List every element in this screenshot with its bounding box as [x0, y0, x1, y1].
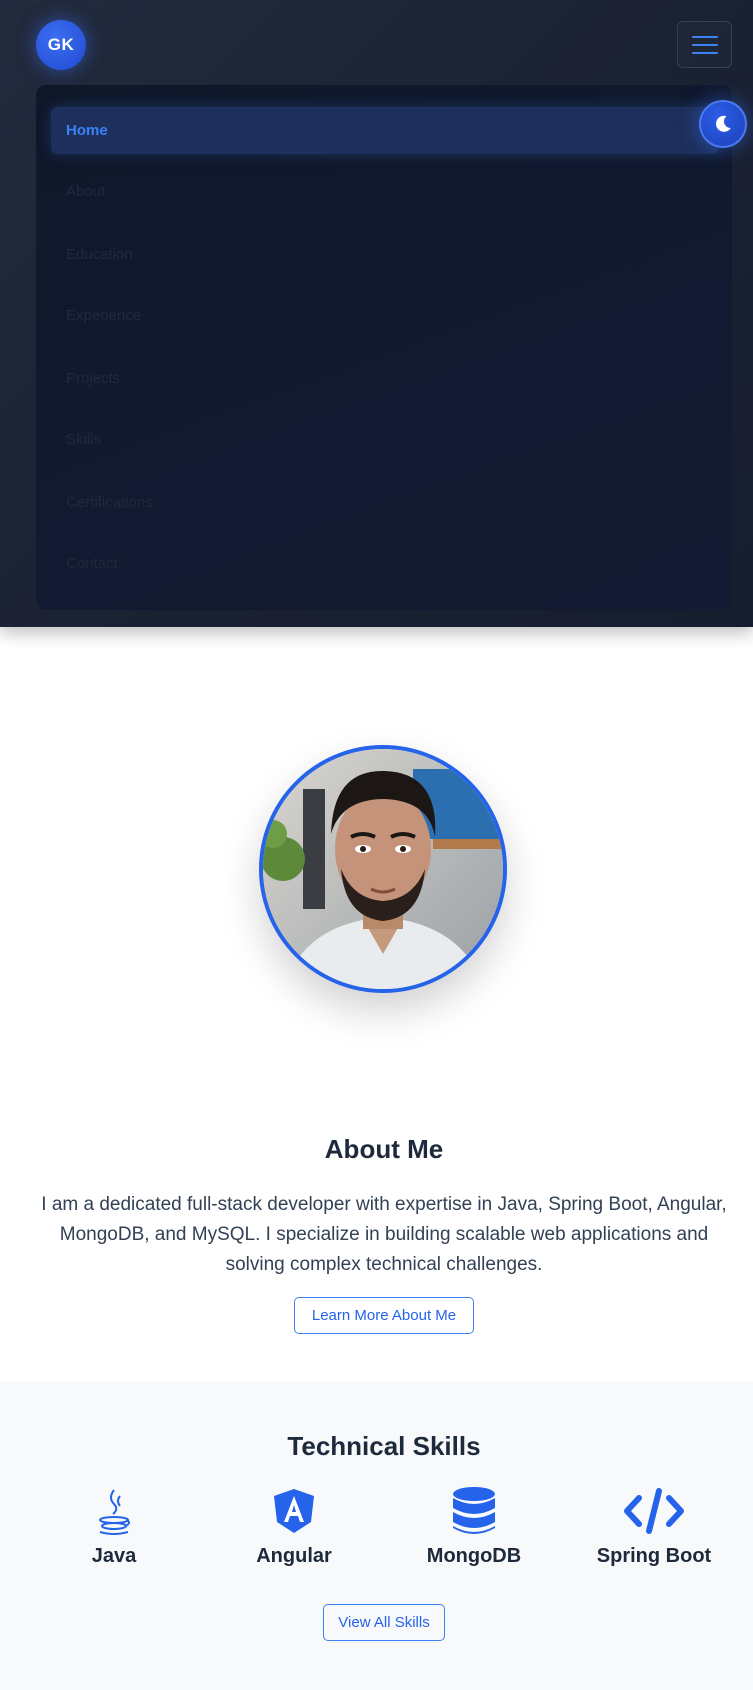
menu-toggle-button[interactable]	[677, 21, 732, 68]
skill-label: Spring Boot	[596, 1545, 712, 1567]
nav-item-skills[interactable]: Skills	[51, 416, 718, 463]
nav-item-contact[interactable]: Contact	[51, 540, 718, 587]
code-icon	[624, 1488, 684, 1534]
about-text: I am a dedicated full-stack developer wi…	[41, 1194, 727, 1275]
database-icon	[453, 1487, 495, 1534]
skill-java: Java	[24, 1483, 204, 1568]
angular-icon	[274, 1489, 314, 1533]
skill-label: Java	[91, 1545, 137, 1567]
logo[interactable]: GK	[36, 20, 86, 70]
skill-mongodb: MongoDB	[384, 1483, 564, 1568]
skill-spring-boot: Spring Boot	[564, 1483, 744, 1568]
profile-photo	[259, 745, 507, 993]
header: GK Home About Education Experience Proje…	[0, 0, 753, 627]
about-title: About Me	[324, 1134, 444, 1164]
skill-label: Angular	[256, 1545, 332, 1567]
skills-title: Technical Skills	[287, 1431, 481, 1461]
profile-illustration	[263, 749, 503, 989]
nav-menu: Home About Education Experience Projects…	[36, 85, 732, 610]
learn-more-button[interactable]: Learn More About Me	[294, 1297, 474, 1334]
nav-item-about[interactable]: About	[51, 168, 718, 215]
logo-text: GK	[47, 35, 75, 54]
nav-item-home[interactable]: Home	[51, 107, 718, 154]
moon-icon	[715, 115, 731, 132]
nav-item-projects[interactable]: Projects	[51, 355, 718, 402]
nav-item-certifications[interactable]: Certifications	[51, 479, 718, 526]
nav-item-education[interactable]: Education	[51, 231, 718, 278]
skill-label: MongoDB	[426, 1545, 522, 1567]
nav-item-experience[interactable]: Experience	[51, 292, 718, 339]
skill-angular: Angular	[204, 1483, 384, 1568]
hamburger-icon	[691, 35, 718, 38]
skills-section: Technical Skills Java Angular MongoDB Sp…	[0, 1381, 753, 1690]
view-all-skills-button[interactable]: View All Skills	[323, 1604, 445, 1641]
theme-toggle-button[interactable]	[699, 100, 747, 148]
java-icon	[99, 1489, 130, 1535]
